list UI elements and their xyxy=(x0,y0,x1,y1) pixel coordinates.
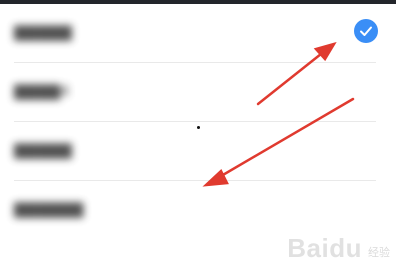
option-label: ▇▇▇▇▇ xyxy=(14,141,72,159)
list-item[interactable]: ▇▇▇▇▇▇ xyxy=(14,181,376,239)
list-item[interactable]: ▇▇▇▇▇ xyxy=(14,4,378,63)
list-item[interactable]: ▇▇▇▇▇ xyxy=(14,122,376,181)
center-dot xyxy=(197,126,200,129)
checkmark-icon xyxy=(354,19,378,43)
watermark-brand: Baidu xyxy=(287,233,362,263)
option-label: ▇▇▇▇▇ xyxy=(14,23,72,41)
option-label: ▇▇▇▇▇▇ xyxy=(14,200,84,218)
option-label: ▇▇▇▇4 xyxy=(14,82,70,100)
list-item[interactable]: ▇▇▇▇4 xyxy=(14,63,376,122)
watermark: Baidu 经验 xyxy=(287,233,390,264)
option-list: ▇▇▇▇▇ ▇▇▇▇4 ▇▇▇▇▇ ▇▇▇▇▇▇ xyxy=(0,4,396,239)
watermark-sub: 经验 xyxy=(368,246,390,259)
